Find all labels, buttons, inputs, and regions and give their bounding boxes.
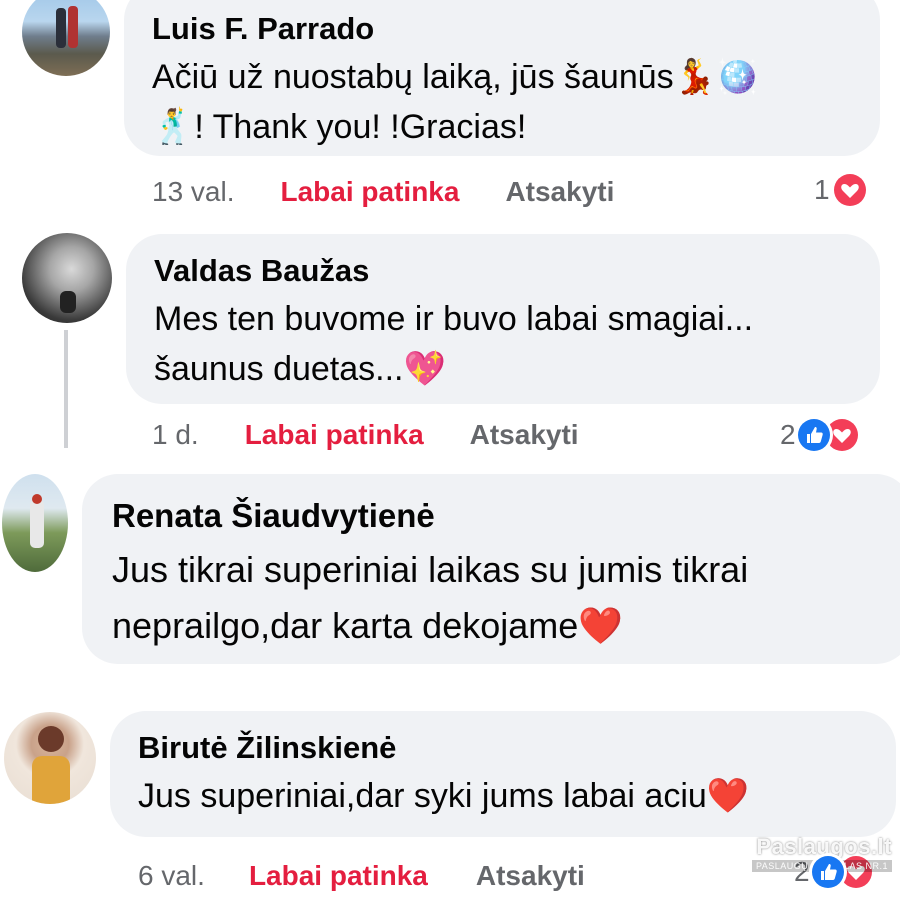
reaction-count: 2 — [780, 419, 796, 450]
reaction-summary[interactable]: 1 — [814, 170, 866, 210]
comment-author[interactable]: Renata Šiaudvytienė — [112, 496, 882, 536]
comment-text: 🕺! Thank you! !Gracias! — [152, 108, 527, 146]
like-button[interactable]: Labai patinka — [249, 860, 428, 892]
like-icon — [797, 419, 830, 451]
avatar-renata[interactable] — [2, 474, 68, 572]
reply-button[interactable]: Atsakyti — [470, 420, 579, 450]
comment-bubble-luis: Luis F. Parrado Ačiū už nuostabų laiką, … — [124, 0, 880, 156]
comment-bubble-renata: Renata Šiaudvytienė Jus tikrai superinia… — [82, 474, 900, 664]
reply-button[interactable]: Atsakyti — [505, 176, 614, 208]
comment-timestamp[interactable]: 1 d. — [152, 420, 199, 450]
avatar-valdas[interactable] — [22, 233, 112, 323]
comment-bubble-birute: Birutė Žilinskienė Jus superiniai,dar sy… — [110, 711, 896, 837]
comment-actions: 6 val. Labai patinka Atsakyti — [138, 856, 585, 896]
avatar-birute[interactable] — [4, 712, 96, 804]
comment-author[interactable]: Valdas Baužas — [154, 252, 852, 290]
comment-timestamp[interactable]: 6 val. — [138, 860, 205, 892]
comment-author[interactable]: Birutė Žilinskienė — [138, 729, 868, 767]
love-icon — [825, 419, 858, 451]
like-icon — [811, 856, 844, 888]
thread-line — [64, 330, 68, 448]
avatar-luis[interactable] — [22, 0, 110, 76]
comment-bubble-valdas: Valdas Baužas Mes ten buvome ir buvo lab… — [126, 234, 880, 404]
comment-actions: 13 val. Labai patinka Atsakyti — [152, 172, 614, 212]
comment-text: Mes ten buvome ir buvo labai smagiai... — [154, 300, 754, 338]
comment-text: Jus superiniai,dar syki jums labai aciu❤… — [138, 777, 750, 815]
comment-text: šaunus duetas...💖 — [154, 350, 446, 388]
comment-timestamp[interactable]: 13 val. — [152, 176, 235, 208]
like-button[interactable]: Labai patinka — [245, 420, 424, 450]
reaction-count: 1 — [814, 174, 830, 205]
reply-button[interactable]: Atsakyti — [476, 860, 585, 892]
like-button[interactable]: Labai patinka — [281, 176, 460, 208]
comment-text: neprailgo,dar karta dekojame❤️ — [112, 605, 624, 646]
love-icon — [833, 174, 866, 206]
reaction-summary[interactable]: 2 — [780, 416, 858, 454]
comment-text: Jus tikrai superiniai laikas su jumis ti… — [112, 549, 749, 590]
comment-text: Ačiū už nuostabų laiką, jūs šaunūs💃🪩 — [152, 58, 759, 96]
comment-author[interactable]: Luis F. Parrado — [152, 10, 852, 48]
comment-actions: 1 d. Labai patinka Atsakyti — [152, 420, 579, 450]
